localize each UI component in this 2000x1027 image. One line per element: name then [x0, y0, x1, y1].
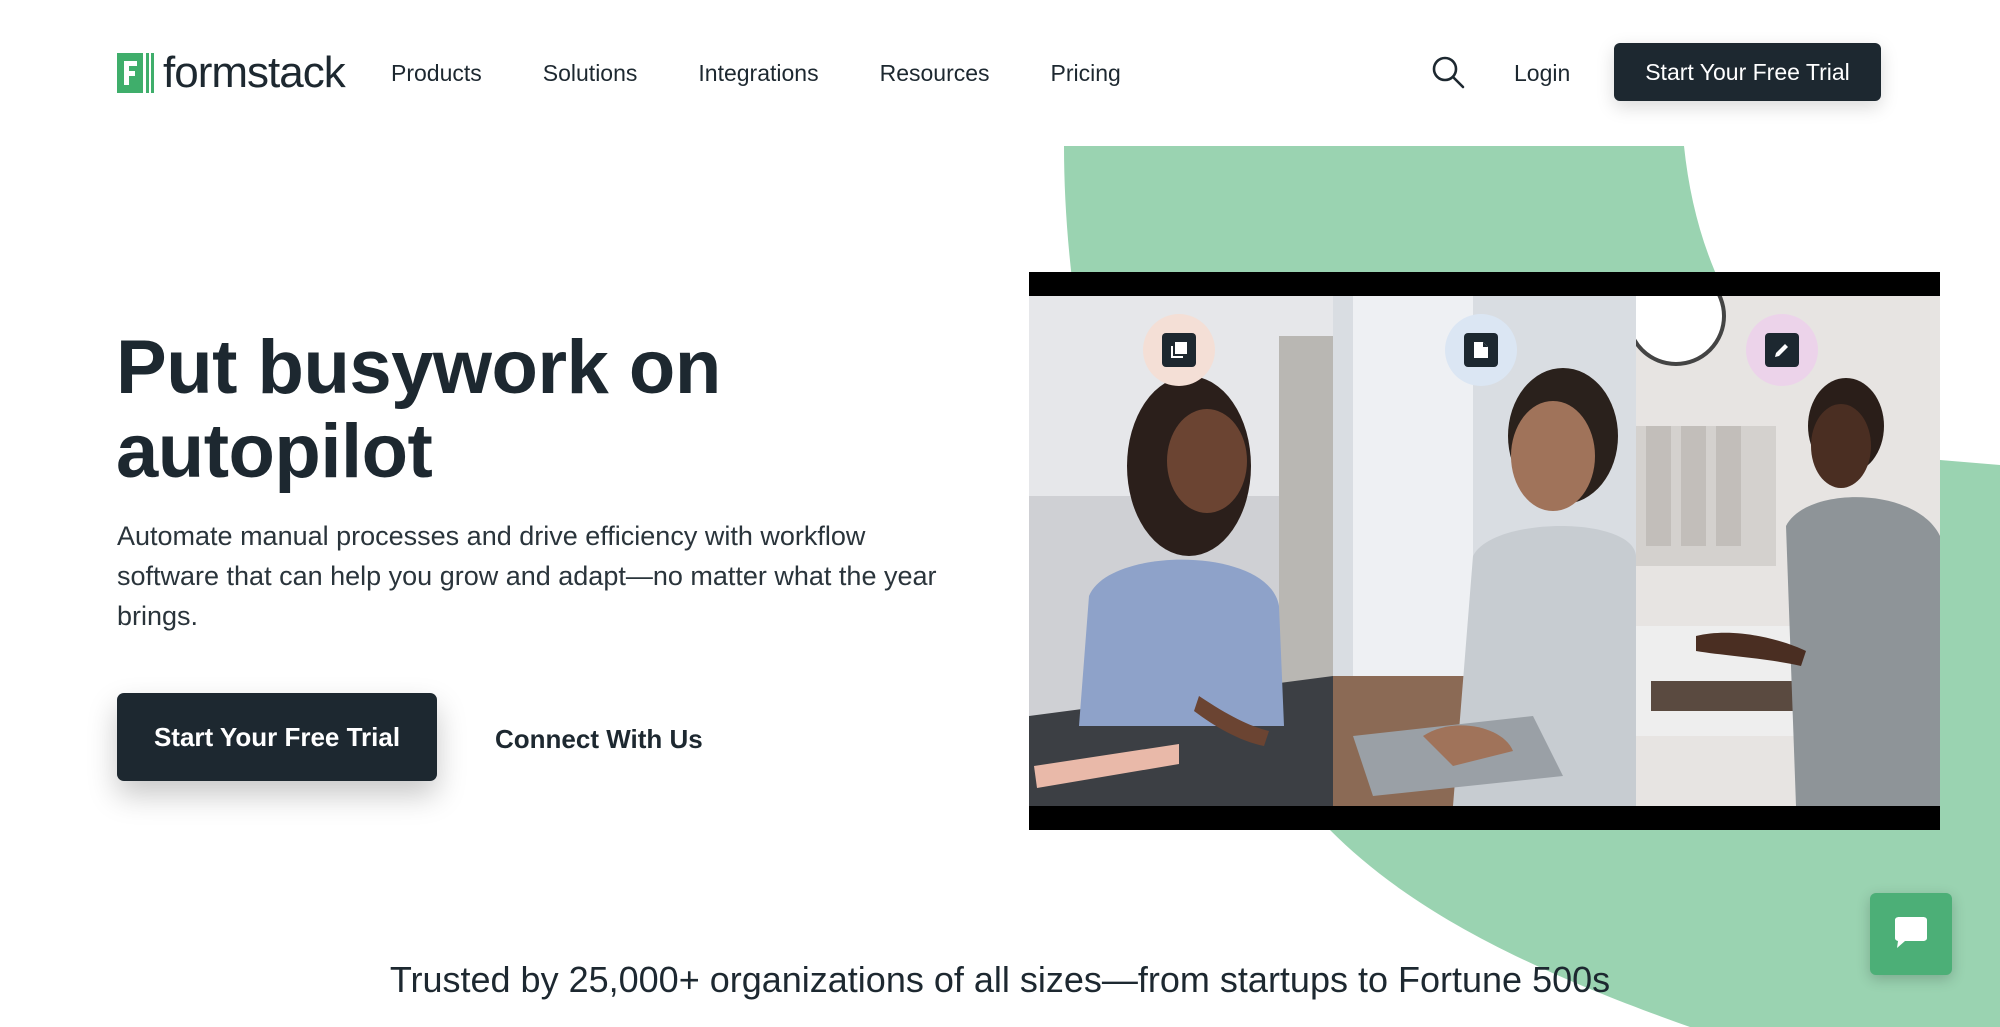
hero-subtitle: Automate manual processes and drive effi… — [117, 521, 937, 631]
document-icon-badge — [1445, 314, 1517, 386]
main-nav: Products Solutions Integrations Resource… — [391, 58, 1182, 88]
hero-title: Put busywork on autopilot — [116, 325, 721, 494]
nav-item-resources[interactable]: Resources — [880, 58, 990, 88]
header-free-trial-button[interactable]: Start Your Free Trial — [1614, 43, 1881, 101]
video-panel-nurse — [1636, 296, 1940, 806]
chat-widget-button[interactable] — [1870, 893, 1952, 975]
chat-bubble-icon — [1895, 917, 1927, 948]
connect-with-us-link[interactable]: Connect With Us — [495, 723, 703, 755]
nav-item-pricing[interactable]: Pricing — [1051, 58, 1121, 88]
nav-item-solutions[interactable]: Solutions — [543, 58, 638, 88]
document-icon — [1464, 333, 1498, 367]
pen-sign-icon-badge — [1746, 314, 1818, 386]
site-header: formstack Products Solutions Integration… — [0, 0, 2000, 146]
copy-forms-icon-badge — [1143, 314, 1215, 386]
formstack-logo-icon — [117, 53, 154, 93]
video-panel-man-laptop — [1333, 296, 1636, 806]
login-link[interactable]: Login — [1514, 58, 1570, 88]
copy-forms-icon — [1162, 333, 1196, 367]
trusted-by-text: Trusted by 25,000+ organizations of all … — [389, 959, 1611, 1000]
pen-sign-icon — [1765, 333, 1799, 367]
formstack-logo[interactable]: formstack — [117, 48, 346, 97]
nav-item-integrations[interactable]: Integrations — [698, 58, 818, 88]
hero-video[interactable] — [1029, 272, 1940, 830]
nav-item-products[interactable]: Products — [391, 58, 482, 88]
search-icon[interactable] — [1430, 54, 1466, 90]
hero-free-trial-button[interactable]: Start Your Free Trial — [117, 693, 437, 781]
logo-wordmark: formstack — [163, 48, 346, 97]
video-panel-woman — [1029, 296, 1333, 806]
